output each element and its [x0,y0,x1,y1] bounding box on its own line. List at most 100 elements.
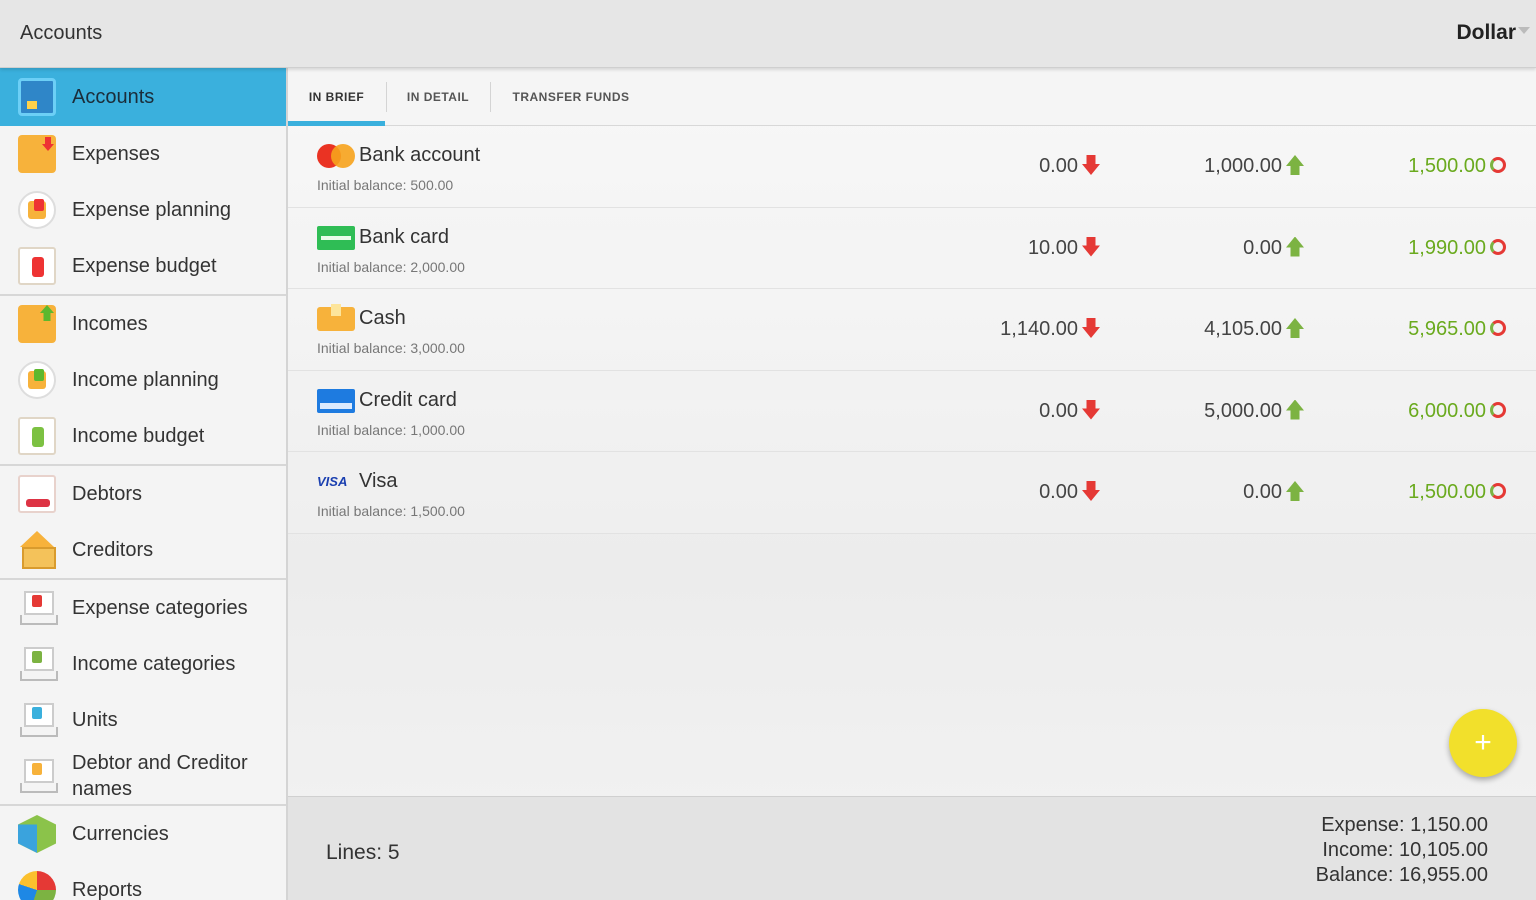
names-icon [18,757,58,795]
sidebar-item-incomes[interactable]: Incomes [0,296,286,352]
visa-icon: VISA [317,474,348,489]
sidebar-item-names[interactable]: Debtor and Creditor names [0,748,286,804]
initial-balance: Initial balance: 2,000.00 [317,258,465,275]
debtors-icon [18,475,56,513]
balance-value: 5,965.00 [1408,318,1486,340]
summary-footer: Lines: 5 Expense: 1,150.00 Income: 10,10… [288,796,1536,900]
balance-value: 1,990.00 [1408,236,1486,259]
expense-value: 1,140.00 [1000,318,1078,340]
expense-value: 0.00 [1039,481,1078,503]
balance-cycle-icon [1490,483,1506,499]
sidebar-item-reports[interactable]: Reports [0,862,286,900]
chevron-down-icon [1518,27,1530,34]
expense-categories-icon [18,589,58,627]
sidebar-item-label: Accounts [72,85,155,108]
sidebar-item-creditors[interactable]: Creditors [0,522,286,578]
balance-cycle-icon [1490,238,1506,255]
sidebar-item-expense-categories[interactable]: Expense categories [0,580,286,636]
sidebar-item-expense-budget[interactable]: Expense budget [0,238,286,294]
sidebar-item-accounts[interactable]: Accounts [0,68,286,126]
creditors-icon [18,531,56,569]
sidebar-item-income-categories[interactable]: Income categories [0,636,286,692]
plus-icon: + [1474,726,1492,759]
income-value: 0.00 [1243,236,1282,259]
sidebar-item-label: Income budget [72,424,205,447]
list-item[interactable]: Credit card Initial balance: 1,000.00 0.… [288,370,1536,452]
sidebar-item-units[interactable]: Units [0,692,286,748]
arrow-down-icon [1082,481,1100,501]
sidebar-item-label: Debtors [72,482,143,505]
mastercard-icon [317,144,355,168]
sidebar-item-label: Currencies [72,822,169,845]
sidebar-item-income-planning[interactable]: Income planning [0,352,286,408]
sidebar-item-label: Income categories [72,652,236,675]
tab-transfer-funds[interactable]: TRANSFER FUNDS [491,68,651,126]
income-value: 1,000.00 [1204,155,1282,177]
arrow-down-icon [1082,318,1100,338]
expense-planning-icon [18,191,56,229]
incomes-icon [18,305,56,343]
balance-cycle-icon [1490,320,1506,336]
sidebar-item-label: Reports [72,878,143,900]
tab-in-detail[interactable]: IN DETAIL [387,68,489,126]
balance-cycle-icon [1490,157,1506,173]
totals: Expense: 1,150.00 Income: 10,105.00 Bala… [1316,813,1488,888]
income-budget-icon [18,417,56,455]
sidebar: Accounts Expenses Expense planning Expen… [0,68,288,900]
main-content: IN BRIEF IN DETAIL TRANSFER FUNDS Bank a… [288,68,1536,900]
sidebar-item-currencies[interactable]: Currencies [0,806,286,862]
expense-value: 10.00 [1027,236,1078,259]
income-planning-icon [18,361,56,399]
total-income: Income: 10,105.00 [1322,839,1488,861]
add-account-button[interactable]: + [1449,709,1517,777]
sidebar-item-label: Expense planning [72,198,232,221]
list-item[interactable]: Cash Initial balance: 3,000.00 1,140.00 … [288,289,1536,371]
sidebar-item-label: Units [72,708,118,731]
accounts-list: Bank account Initial balance: 500.00 0.0… [288,126,1536,534]
balance-value: 1,500.00 [1408,155,1486,177]
total-expense: Expense: 1,150.00 [1321,814,1488,836]
arrow-down-icon [1082,155,1100,175]
list-item[interactable]: Bank card Initial balance: 2,000.00 10.0… [288,207,1536,289]
currency-selector[interactable]: Dollar [1456,21,1530,45]
sidebar-item-label: Debtor and Creditor names [72,752,248,800]
arrow-up-icon [1286,318,1304,338]
expenses-icon [18,135,56,173]
list-item[interactable]: VISA Visa Initial balance: 1,500.00 0.00… [288,452,1536,534]
sidebar-item-label: Expense budget [72,254,217,277]
arrow-down-icon [1082,399,1100,420]
sidebar-item-expenses[interactable]: Expenses [0,126,286,182]
initial-balance: Initial balance: 3,000.00 [317,340,465,356]
currency-label: Dollar [1456,21,1516,44]
initial-balance: Initial balance: 500.00 [317,177,454,193]
total-balance: Balance: 16,955.00 [1315,864,1488,886]
income-value: 0.00 [1243,481,1282,503]
accounts-icon [18,78,56,116]
expense-budget-icon [18,247,56,285]
sidebar-item-expense-planning[interactable]: Expense planning [0,182,286,238]
income-categories-icon [18,645,58,683]
list-item[interactable]: Bank account Initial balance: 500.00 0.0… [288,126,1536,208]
tab-in-brief[interactable]: IN BRIEF [288,68,385,126]
sidebar-item-label: Income planning [72,368,219,391]
page-title: Accounts [20,22,103,44]
credit-card-icon [317,388,355,413]
action-bar: Accounts Dollar [0,0,1536,68]
sidebar-item-debtors[interactable]: Debtors [0,466,286,522]
arrow-down-icon [1082,236,1100,257]
reports-icon [18,871,56,900]
income-value: 4,105.00 [1204,318,1282,340]
arrow-up-icon [1286,399,1304,420]
tab-bar: IN BRIEF IN DETAIL TRANSFER FUNDS [288,68,1536,126]
cash-icon [317,304,355,331]
initial-balance: Initial balance: 1,000.00 [317,421,465,438]
account-name: Cash [359,307,406,329]
income-value: 5,000.00 [1204,399,1282,422]
arrow-up-icon [1286,155,1304,175]
account-name: Bank account [359,144,481,166]
account-name: Bank card [359,225,450,248]
sidebar-item-income-budget[interactable]: Income budget [0,408,286,464]
account-name: Visa [359,470,398,492]
initial-balance: Initial balance: 1,500.00 [317,503,465,519]
arrow-up-icon [1286,481,1304,501]
